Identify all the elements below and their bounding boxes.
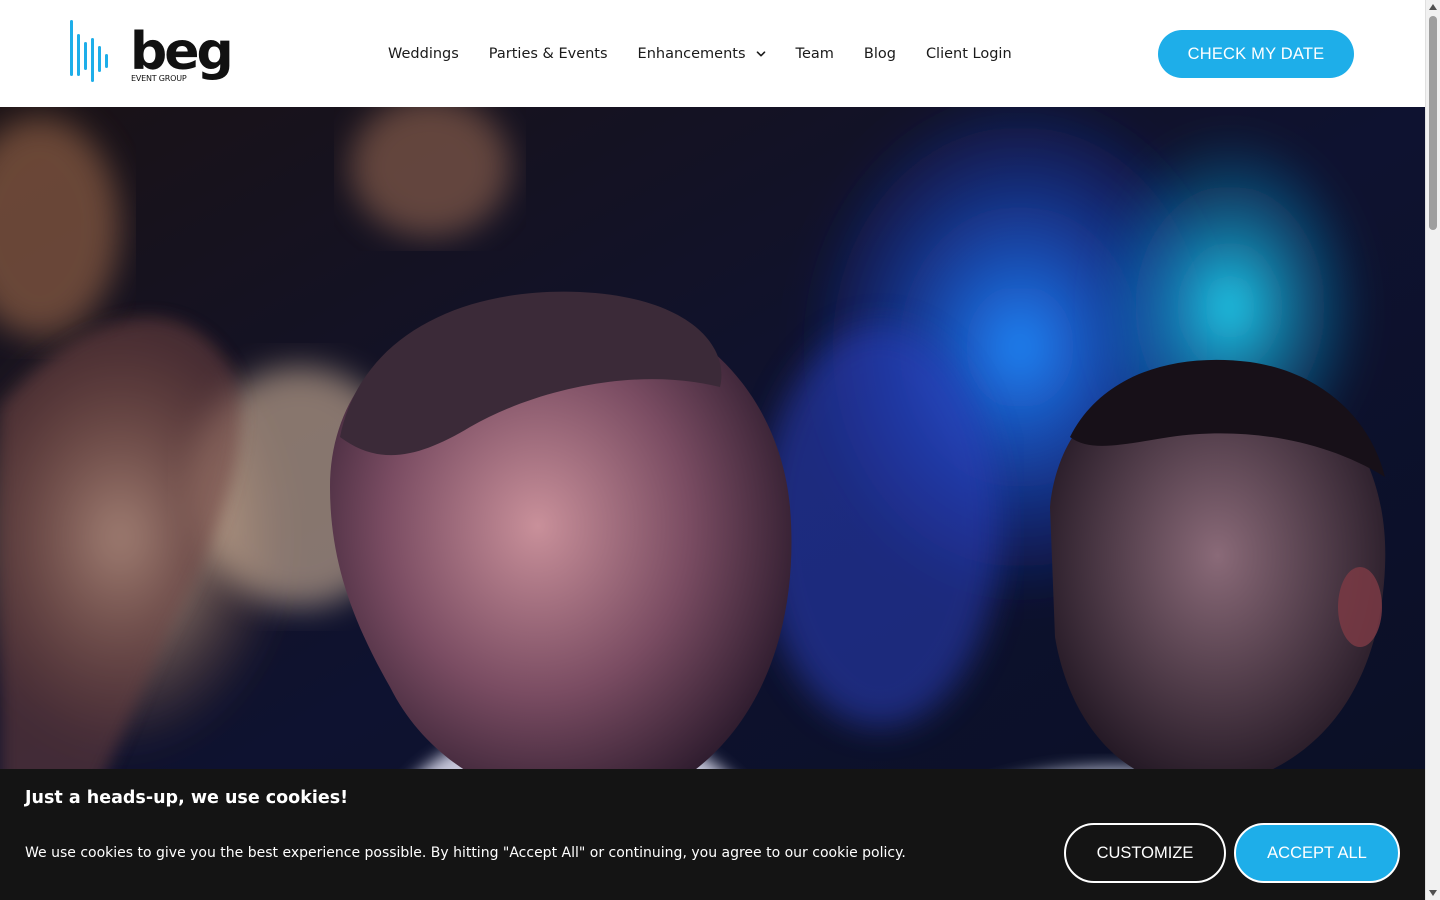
scroll-up-arrow-icon[interactable] — [1429, 4, 1437, 10]
scrollbar-thumb[interactable] — [1429, 16, 1437, 230]
scroll-down-arrow-icon[interactable] — [1429, 890, 1437, 896]
nav-item-label: Parties & Events — [488, 46, 608, 62]
customize-button[interactable]: CUSTOMIZE — [1064, 823, 1226, 883]
main-nav: Weddings Parties & Events Enhancements T… — [388, 42, 1042, 66]
page-scrollbar[interactable] — [1425, 0, 1440, 900]
nav-item-label: Team — [795, 46, 834, 62]
nav-item-enhancements[interactable]: Enhancements — [638, 46, 766, 62]
nav-item-blog[interactable]: Blog — [864, 46, 896, 62]
site-header: beg EVENT GROUP Weddings Parties & Event… — [0, 0, 1425, 107]
nav-item-label: Enhancements — [637, 46, 746, 62]
nav-item-weddings[interactable]: Weddings — [388, 46, 459, 62]
chevron-down-icon — [756, 51, 765, 57]
nav-item-parties-events[interactable]: Parties & Events — [489, 46, 608, 62]
cookie-banner: Just a heads-up, we use cookies! We use … — [0, 769, 1425, 900]
cookie-banner-text: We use cookies to give you the best expe… — [25, 845, 906, 861]
cookie-banner-title: Just a heads-up, we use cookies! — [25, 788, 349, 808]
accept-all-button[interactable]: ACCEPT ALL — [1234, 823, 1400, 883]
nav-item-client-login[interactable]: Client Login — [926, 46, 1012, 62]
nav-item-label: Weddings — [388, 46, 459, 62]
nav-item-team[interactable]: Team — [796, 46, 834, 62]
soundwave-logo-icon — [70, 20, 108, 82]
brand-logo[interactable]: beg EVENT GROUP — [70, 20, 234, 88]
nav-item-label: Blog — [863, 46, 896, 62]
logo-wordmark: beg — [130, 22, 234, 82]
check-my-date-button[interactable]: CHECK MY DATE — [1158, 30, 1354, 78]
logo-subtitle: EVENT GROUP — [131, 74, 187, 83]
page: beg EVENT GROUP Weddings Parties & Event… — [0, 0, 1440, 900]
nav-item-label: Client Login — [925, 46, 1012, 62]
